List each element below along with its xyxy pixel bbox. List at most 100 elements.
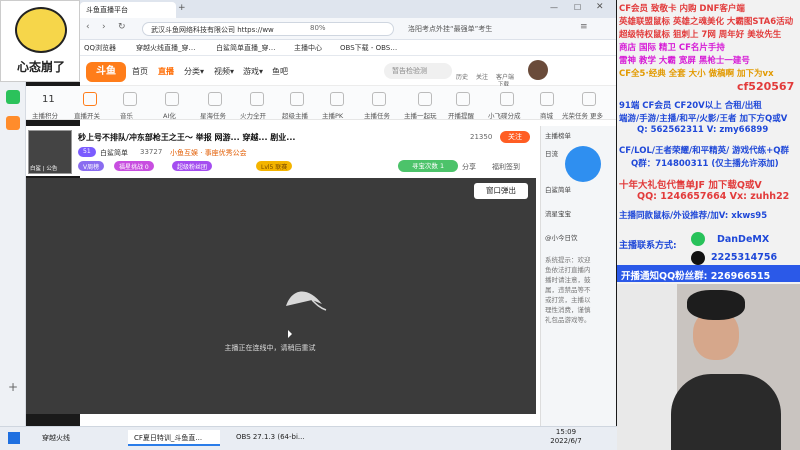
music-icon[interactable]: [123, 92, 137, 106]
bookmark-item[interactable]: 白鲨简单直播_穿…: [216, 43, 276, 53]
start-icon[interactable]: [8, 432, 20, 444]
nav-video[interactable]: 视频▾: [214, 66, 234, 77]
wechat-contact-icon: [691, 232, 705, 246]
cat-label[interactable]: 星海任务: [200, 110, 226, 120]
nav-game[interactable]: 游戏▾: [243, 66, 263, 77]
nav-category[interactable]: 分类▾: [184, 66, 204, 77]
ad-line: 2225314756: [711, 252, 778, 263]
share-button[interactable]: 分享: [462, 162, 476, 172]
chat-system-message: 理性消费，谨慎: [545, 306, 591, 314]
system-tray[interactable]: [414, 432, 534, 444]
streamer-name[interactable]: 白鲨简单: [100, 148, 128, 158]
browser-tab-strip: 斗鱼直播平台 + — ☐ ✕: [80, 0, 616, 18]
cat-label[interactable]: 超级主播: [282, 110, 308, 120]
league-badge[interactable]: Lvl5 联赛: [256, 161, 293, 171]
live-switch-icon[interactable]: [83, 92, 97, 106]
cat-label[interactable]: 音乐: [120, 110, 133, 120]
wechat-icon[interactable]: [6, 90, 20, 104]
ad-line: CF全5·经典 全套 大小 做稿啊 加下为vx: [619, 69, 774, 79]
ufo-icon[interactable]: [500, 92, 514, 106]
chat-user[interactable]: 白鲨简单: [545, 184, 571, 194]
treasure-button[interactable]: 寻宝次数 1: [398, 160, 458, 172]
nav-live[interactable]: 直播: [158, 66, 174, 77]
chat-tab[interactable]: 日流: [545, 148, 558, 158]
mall-icon[interactable]: [540, 92, 554, 106]
bookmark-item[interactable]: OBS下载 - OBS…: [340, 43, 397, 53]
taskbar-app[interactable]: 穿越火线: [36, 430, 76, 446]
ad-line: 端游/手游/主播/和平/火影/王者 加下方Q或V: [619, 114, 788, 124]
emoji-face-icon: [15, 7, 67, 53]
chat-user[interactable]: @小今日饮: [545, 232, 578, 242]
cat-label[interactable]: 直播开关: [74, 110, 100, 120]
menu-icon[interactable]: ≡: [580, 22, 588, 32]
video-player[interactable]: [26, 178, 536, 414]
crown-icon[interactable]: [290, 92, 304, 106]
user-avatar[interactable]: [528, 60, 548, 80]
follow-link[interactable]: 关注: [476, 72, 488, 81]
cat-label[interactable]: 光荣任务: [562, 110, 588, 120]
bookmark-item[interactable]: 主播中心: [294, 43, 322, 53]
pk-icon[interactable]: [330, 92, 344, 106]
cat-label[interactable]: 小飞碟分成: [488, 110, 521, 120]
task-icon[interactable]: [372, 92, 386, 106]
site-logo[interactable]: 斗鱼: [86, 62, 126, 82]
taskbar-app-active[interactable]: CF夏日特训_斗鱼直...: [128, 430, 220, 446]
bookmark-item[interactable]: QQ浏览器: [84, 43, 116, 53]
zoom-level[interactable]: 80%: [310, 24, 326, 32]
plugin-icon[interactable]: [6, 116, 20, 130]
add-icon[interactable]: +: [6, 380, 20, 394]
taskbar-clock[interactable]: 15:09 2022/6/7: [541, 428, 591, 446]
close-icon[interactable]: ✕: [596, 2, 604, 12]
checkin-button[interactable]: 福利签到: [492, 162, 520, 172]
room-background: [617, 284, 677, 450]
fire-icon[interactable]: [250, 92, 264, 106]
follow-button[interactable]: 关注: [500, 131, 530, 143]
ad-line: 91端 CF会员 CF20V以上 合租/出租: [619, 101, 762, 111]
play-together-icon[interactable]: [418, 92, 432, 106]
back-icon[interactable]: ‹: [86, 22, 90, 32]
fan-club-badge[interactable]: 超级粉丝团: [172, 161, 213, 171]
ai-icon[interactable]: [165, 92, 179, 106]
taskbar-app[interactable]: OBS 27.1.3 (64-bi...: [230, 430, 311, 446]
lucky-challenge-badge[interactable]: 福星挑战 0: [114, 161, 154, 171]
ad-overlay: CF会员 致敬卡 内购 DNF客户端 英雄联盟鼠标 英雄之魂美化 大霸图STA6…: [617, 0, 800, 284]
refresh-icon[interactable]: ↻: [118, 22, 126, 32]
ad-line: Q: 562562311 V: zmy66899: [637, 125, 769, 135]
more-icon[interactable]: [582, 92, 596, 106]
cat-label[interactable]: 主播任务: [364, 110, 390, 120]
forward-icon[interactable]: ›: [102, 22, 106, 32]
star-icon[interactable]: [208, 92, 222, 106]
fans-count: 33727: [140, 148, 163, 156]
loading-fish-icon: [286, 291, 327, 311]
browser-tab[interactable]: 斗鱼直播平台: [80, 2, 176, 18]
cat-label[interactable]: 主播PK: [322, 110, 343, 120]
ad-line: CF会员 致敬卡 内购 DNF客户端: [619, 4, 745, 14]
cat-label[interactable]: 更多: [590, 110, 603, 120]
qq-contact-icon: [691, 251, 705, 265]
viewer-count: 21350: [470, 133, 493, 141]
maximize-icon[interactable]: ☐: [574, 3, 581, 12]
cat-label[interactable]: 火力全开: [240, 110, 266, 120]
hot-search-chip[interactable]: 洛阳考点外挂“最强单”考生: [402, 22, 574, 36]
url-input[interactable]: 武汉斗鱼网络科技有限公司 https://ww: [142, 22, 394, 36]
guild-tag[interactable]: 小鱼互娱 · 事座优秀公会: [170, 148, 247, 158]
popout-button[interactable]: 窗口弹出: [474, 183, 528, 199]
history-link[interactable]: 历史: [456, 72, 468, 81]
cat-label[interactable]: 商城: [540, 110, 553, 120]
cat-label[interactable]: AI化: [163, 110, 176, 120]
nav-yuba[interactable]: 鱼吧: [272, 66, 288, 77]
chat-tab[interactable]: 主播榜单: [545, 130, 571, 140]
cat-label[interactable]: 开播提醒: [448, 110, 474, 120]
bookmark-item[interactable]: 穿越火线直播_穿…: [136, 43, 196, 53]
cat-label[interactable]: 主播积分: [32, 110, 58, 120]
ad-line: DanDeMX: [717, 234, 770, 245]
chat-user[interactable]: 流星宝宝: [545, 208, 571, 218]
new-tab-icon[interactable]: +: [178, 3, 186, 13]
minimize-icon[interactable]: —: [550, 3, 558, 12]
weekly-rank-badge[interactable]: V周榜: [78, 161, 105, 171]
cat-label[interactable]: 主播一起玩: [404, 110, 437, 120]
nav-home[interactable]: 首页: [132, 66, 148, 77]
ad-line: Q群：714800311 (仅主播允许添加): [631, 159, 779, 169]
site-search-input[interactable]: 暂告检验测: [384, 63, 452, 79]
reminder-icon[interactable]: [456, 92, 470, 106]
